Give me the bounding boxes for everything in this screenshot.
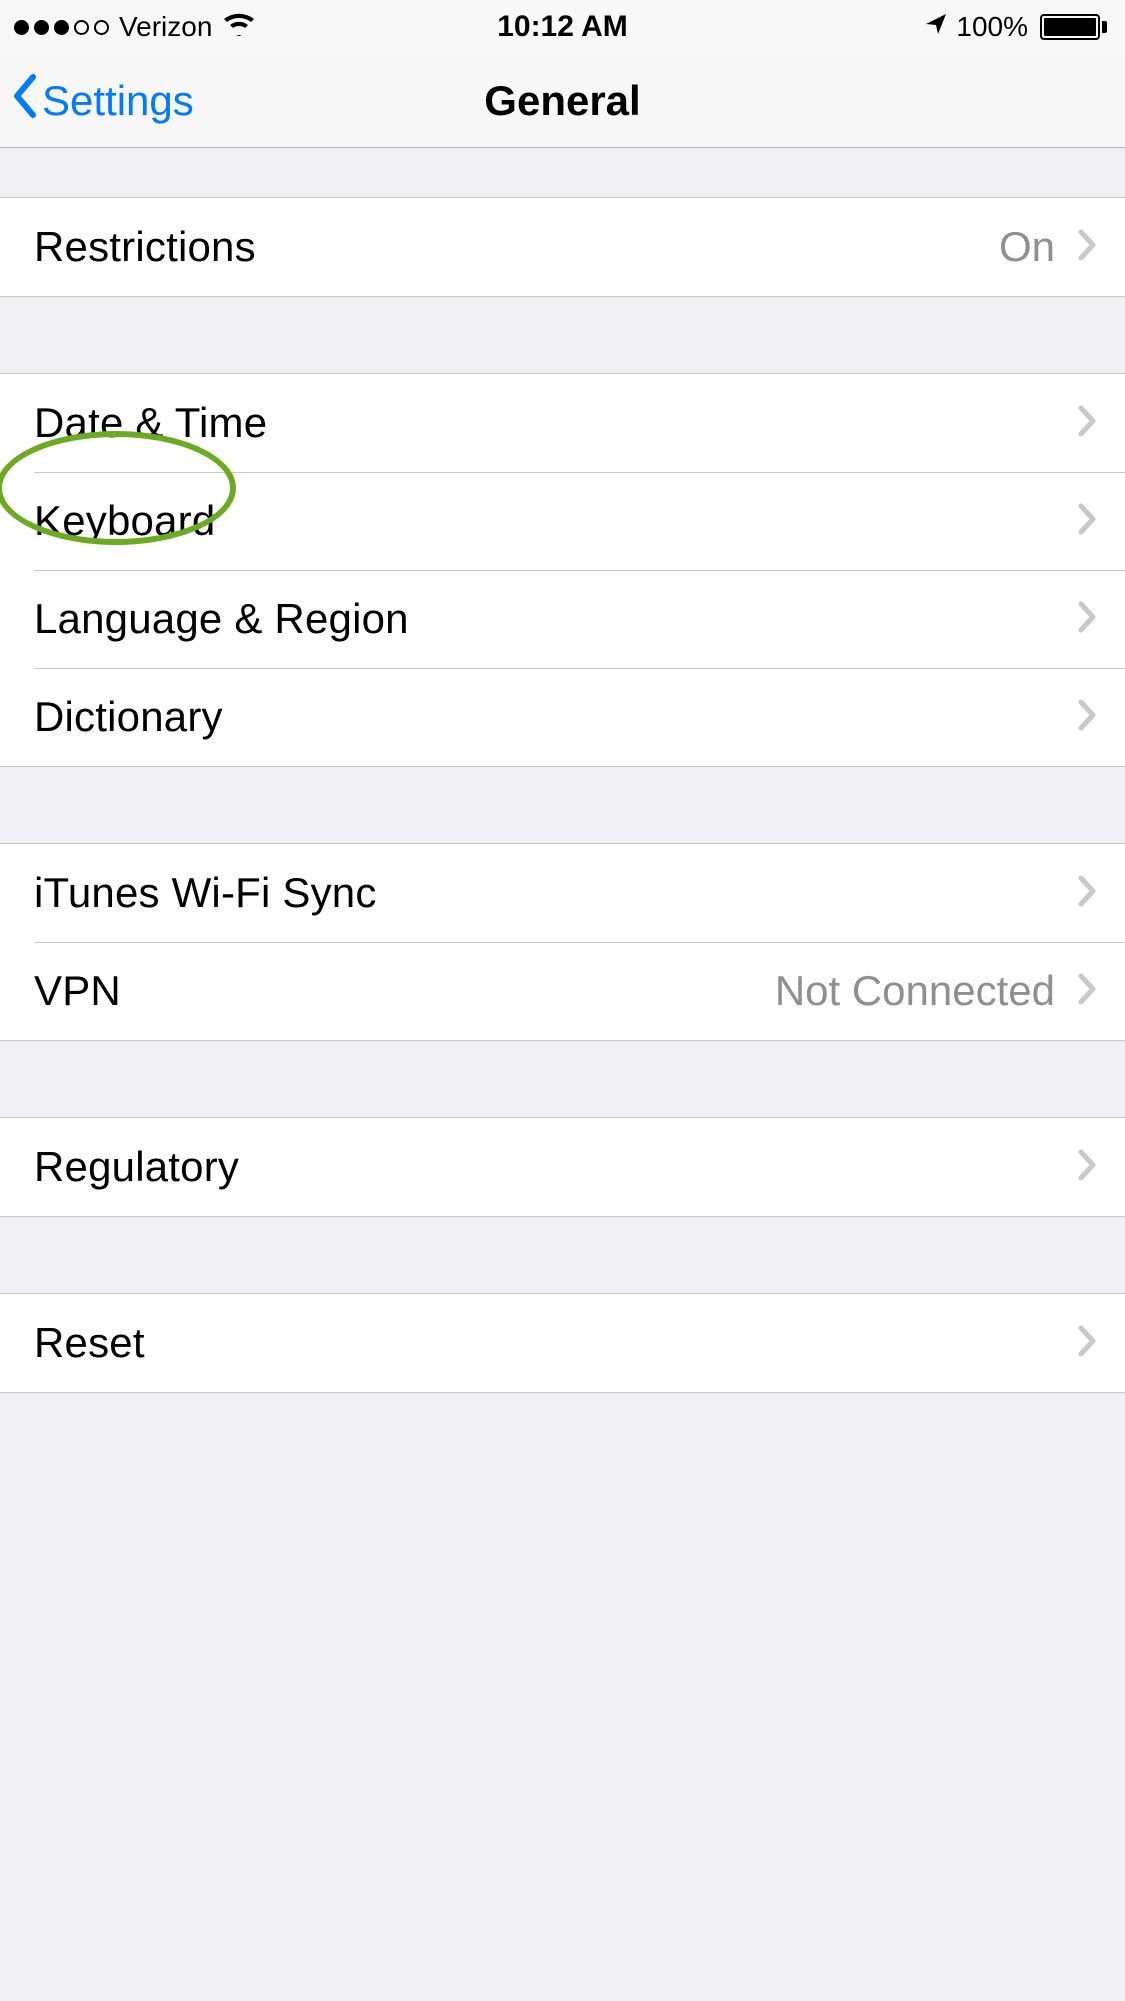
content: Restrictions On Date & Time Keyboard Lan…: [0, 148, 1125, 1393]
chevron-right-icon: [1077, 1148, 1097, 1187]
status-right: 100%: [924, 11, 1107, 43]
row-date-time[interactable]: Date & Time: [0, 374, 1125, 472]
chevron-left-icon: [10, 73, 40, 129]
group-spacer: [0, 297, 1125, 373]
signal-strength-icon: [14, 20, 109, 35]
chevron-right-icon: [1077, 404, 1097, 443]
row-itunes-wifi-sync[interactable]: iTunes Wi-Fi Sync: [0, 844, 1125, 942]
row-label: Date & Time: [34, 399, 267, 447]
row-value: Not Connected: [775, 967, 1055, 1015]
status-bar: Verizon 10:12 AM 100%: [0, 0, 1125, 54]
row-reset[interactable]: Reset: [0, 1294, 1125, 1392]
back-button[interactable]: Settings: [10, 73, 194, 129]
chevron-right-icon: [1077, 600, 1097, 639]
chevron-right-icon: [1077, 502, 1097, 541]
battery-icon: [1036, 14, 1107, 40]
chevron-right-icon: [1077, 228, 1097, 267]
back-label: Settings: [42, 77, 194, 125]
row-dictionary[interactable]: Dictionary: [0, 668, 1125, 766]
group-spacer: [0, 148, 1125, 197]
row-language-region[interactable]: Language & Region: [0, 570, 1125, 668]
group-spacer: [0, 767, 1125, 843]
chevron-right-icon: [1077, 874, 1097, 913]
cell-group-restrictions: Restrictions On: [0, 197, 1125, 297]
status-left: Verizon: [14, 10, 256, 44]
row-label: Restrictions: [34, 223, 256, 271]
cell-group-datetime: Date & Time Keyboard Language & Region D…: [0, 373, 1125, 767]
row-label: VPN: [34, 967, 121, 1015]
nav-bar: Settings General: [0, 54, 1125, 148]
row-keyboard[interactable]: Keyboard: [0, 472, 1125, 570]
group-spacer: [0, 1217, 1125, 1293]
row-label: iTunes Wi-Fi Sync: [34, 869, 377, 917]
row-vpn[interactable]: VPN Not Connected: [0, 942, 1125, 1040]
clock: 10:12 AM: [497, 10, 628, 44]
chevron-right-icon: [1077, 972, 1097, 1011]
row-value: On: [999, 223, 1055, 271]
chevron-right-icon: [1077, 1324, 1097, 1363]
cell-group-reset: Reset: [0, 1293, 1125, 1393]
group-spacer: [0, 1041, 1125, 1117]
row-label: Language & Region: [34, 595, 409, 643]
cell-group-regulatory: Regulatory: [0, 1117, 1125, 1217]
battery-percent: 100%: [956, 11, 1028, 43]
page-title: General: [484, 77, 640, 125]
row-label: Dictionary: [34, 693, 223, 741]
row-label: Reset: [34, 1319, 145, 1367]
chevron-right-icon: [1077, 698, 1097, 737]
row-label: Regulatory: [34, 1143, 239, 1191]
row-regulatory[interactable]: Regulatory: [0, 1118, 1125, 1216]
wifi-icon: [222, 10, 256, 44]
location-icon: [924, 11, 948, 43]
row-label: Keyboard: [34, 497, 215, 545]
cell-group-itunes-vpn: iTunes Wi-Fi Sync VPN Not Connected: [0, 843, 1125, 1041]
row-restrictions[interactable]: Restrictions On: [0, 198, 1125, 296]
carrier-label: Verizon: [119, 11, 212, 43]
